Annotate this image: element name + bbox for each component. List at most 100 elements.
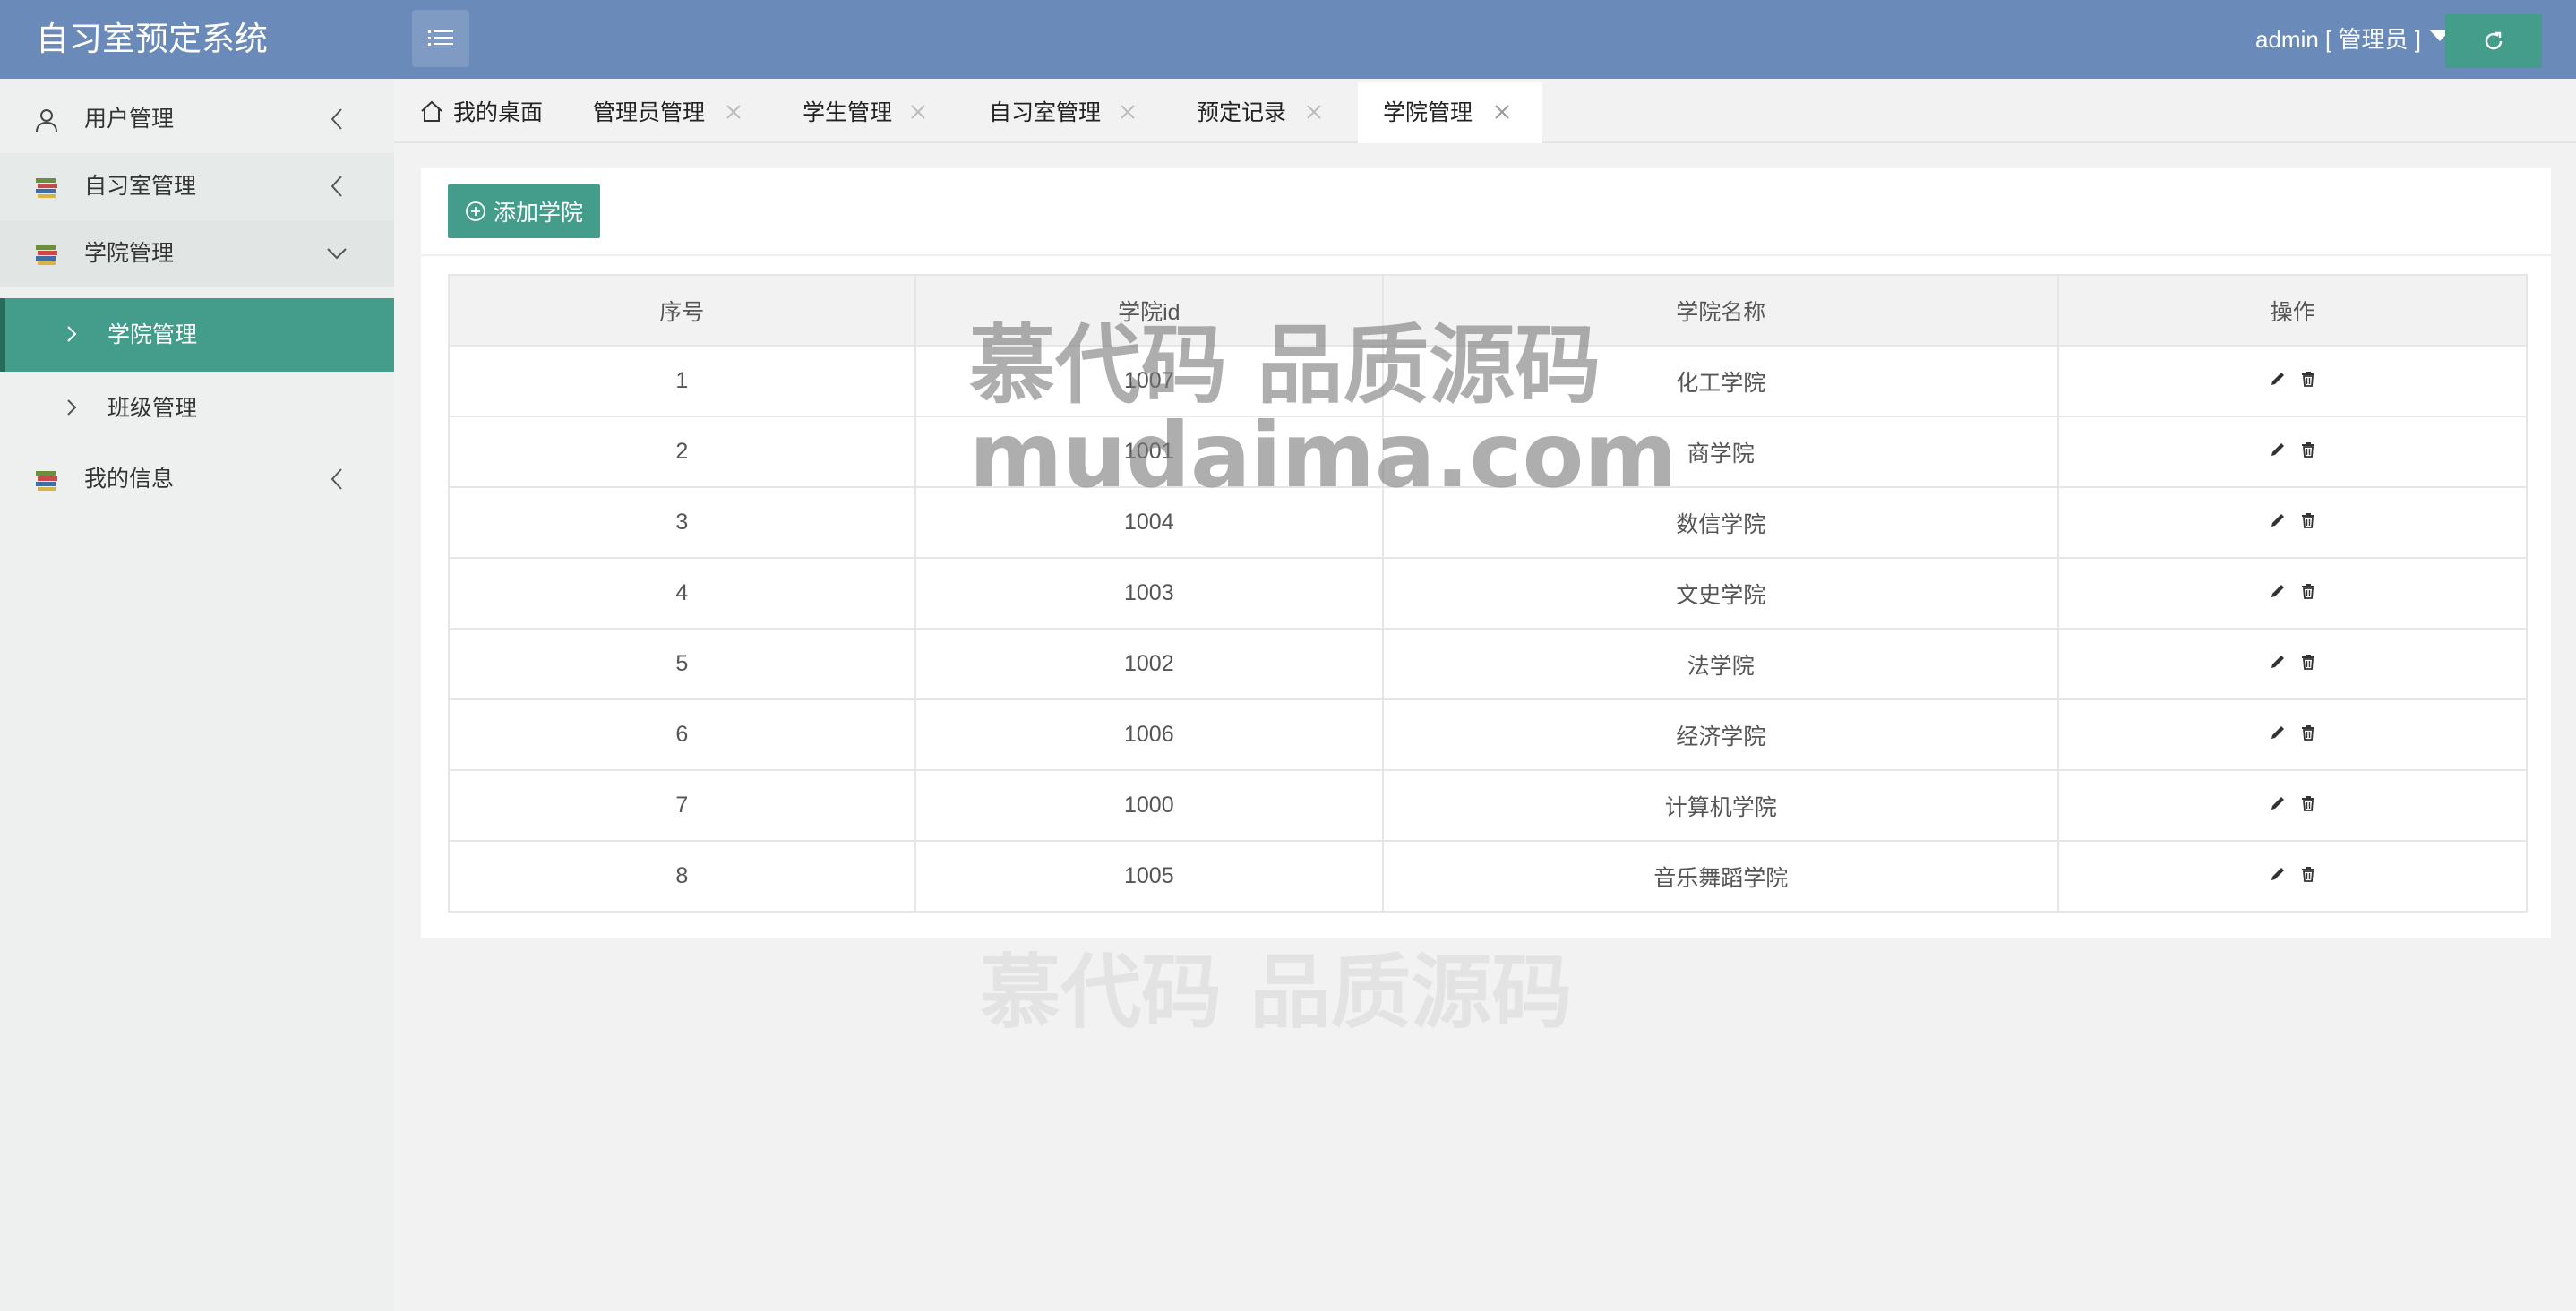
- sidebar-item-label: 用户管理: [84, 107, 175, 132]
- sidebar-subitem-class-management[interactable]: 班级管理: [0, 372, 394, 445]
- trash-icon[interactable]: [2299, 370, 2317, 388]
- tab-college-management[interactable]: 学院管理: [1358, 82, 1542, 143]
- plus-circle-icon: [466, 201, 485, 221]
- college-name: 商学院: [1382, 416, 2060, 488]
- sidebar-item-my-info[interactable]: 我的信息: [0, 446, 394, 513]
- trash-icon[interactable]: [2299, 582, 2317, 600]
- tab-label: 自习室管理: [989, 100, 1102, 125]
- college-name: 经济学院: [1382, 698, 2060, 771]
- table-row: 8 1005 音乐舞蹈学院: [448, 840, 2528, 913]
- column-header: 操作: [2057, 274, 2528, 347]
- row-actions: [2057, 486, 2528, 559]
- close-icon[interactable]: [1304, 102, 1324, 122]
- row-index: 5: [448, 628, 916, 700]
- college-id: 1004: [914, 486, 1385, 559]
- trash-icon[interactable]: [2299, 441, 2317, 458]
- row-index: 8: [448, 840, 916, 913]
- sidebar-item-studyroom-management[interactable]: 自习室管理: [0, 153, 394, 220]
- tab-label: 预定记录: [1197, 100, 1287, 125]
- list-icon: [428, 30, 453, 46]
- college-id: 1007: [914, 345, 1385, 417]
- trash-icon[interactable]: [2299, 511, 2317, 529]
- row-index: 7: [448, 769, 916, 842]
- trash-icon[interactable]: [2299, 794, 2317, 812]
- close-icon[interactable]: [908, 102, 928, 122]
- row-index: 2: [448, 416, 916, 488]
- books-icon: [36, 471, 57, 491]
- row-index: 1: [448, 345, 916, 417]
- edit-icon[interactable]: [2269, 794, 2287, 812]
- college-name: 化工学院: [1382, 345, 2060, 417]
- tab-label: 管理员管理: [593, 100, 706, 125]
- column-header: 学院名称: [1382, 274, 2060, 347]
- row-index: 3: [448, 486, 916, 559]
- trash-icon[interactable]: [2299, 653, 2317, 671]
- college-name: 计算机学院: [1382, 769, 2060, 842]
- edit-icon[interactable]: [2269, 441, 2287, 458]
- refresh-button[interactable]: [2445, 14, 2542, 68]
- sidebar-subitem-college-management[interactable]: 学院管理: [0, 298, 394, 372]
- college-id: 1006: [914, 698, 1385, 771]
- college-name: 文史学院: [1382, 557, 2060, 630]
- row-actions: [2057, 840, 2528, 913]
- college-id: 1001: [914, 416, 1385, 488]
- tab-booking-records[interactable]: 预定记录: [1197, 82, 1358, 143]
- table-row: 6 1006 经济学院: [448, 698, 2528, 771]
- chevron-right-icon: [67, 326, 77, 342]
- column-header: 序号: [448, 274, 916, 347]
- college-id: 1003: [914, 557, 1385, 630]
- add-college-button[interactable]: 添加学院: [448, 184, 600, 238]
- row-actions: [2057, 416, 2528, 488]
- tab-label: 学院管理: [1383, 100, 1473, 125]
- trash-icon[interactable]: [2299, 724, 2317, 741]
- chevron-left-icon: [331, 108, 342, 130]
- college-id: 1005: [914, 840, 1385, 913]
- row-actions: [2057, 698, 2528, 771]
- watermark-text: 慕代码 品质源码: [980, 946, 1573, 1040]
- table-row: 5 1002 法学院: [448, 628, 2528, 700]
- chevron-left-icon: [331, 176, 342, 197]
- add-button-label: 添加学院: [493, 201, 583, 226]
- tab-admin-management[interactable]: 管理员管理: [593, 82, 772, 143]
- college-id: 1002: [914, 628, 1385, 700]
- sidebar-item-label: 自习室管理: [84, 174, 197, 199]
- row-actions: [2057, 345, 2528, 417]
- tab-studyroom-management[interactable]: 自习室管理: [989, 82, 1168, 143]
- edit-icon[interactable]: [2269, 511, 2287, 529]
- menu-toggle-button[interactable]: [412, 10, 469, 67]
- sidebar-item-user-management[interactable]: 用户管理: [0, 86, 394, 153]
- sidebar: 用户管理 自习室管理 学院管理 学院管理 班级管理 我的信息: [0, 79, 394, 1311]
- edit-icon[interactable]: [2269, 370, 2287, 388]
- user-icon: [36, 109, 57, 133]
- sidebar-subitem-label: 学院管理: [107, 322, 198, 347]
- app-title: 自习室预定系统: [36, 21, 268, 57]
- college-id: 1000: [914, 769, 1385, 842]
- chevron-left-icon: [331, 468, 342, 490]
- table-row: 2 1001 商学院: [448, 416, 2528, 488]
- close-icon[interactable]: [1118, 102, 1138, 122]
- user-menu[interactable]: admin [ 管理员 ]: [2255, 0, 2450, 79]
- close-icon[interactable]: [1492, 102, 1512, 122]
- row-actions: [2057, 557, 2528, 630]
- top-header: 自习室预定系统 admin [ 管理员 ]: [0, 0, 2576, 79]
- edit-icon[interactable]: [2269, 582, 2287, 600]
- chevron-right-icon: [67, 399, 77, 416]
- edit-icon[interactable]: [2269, 653, 2287, 671]
- table-body: 1 1007 化工学院 2 1001 商学院 3 1004 数信学院 4 1003 文史学院 5 1002…: [448, 345, 2528, 913]
- tab-label: 我的桌面: [453, 100, 544, 125]
- chevron-down-icon: [327, 248, 347, 260]
- edit-icon[interactable]: [2269, 865, 2287, 883]
- trash-icon[interactable]: [2299, 865, 2317, 883]
- edit-icon[interactable]: [2269, 724, 2287, 741]
- table-header-row: 序号 学院id 学院名称 操作: [448, 274, 2528, 347]
- divider: [421, 254, 2551, 256]
- college-name: 法学院: [1382, 628, 2060, 700]
- tab-student-management[interactable]: 学生管理: [803, 82, 964, 143]
- close-icon[interactable]: [724, 102, 743, 122]
- column-header: 学院id: [914, 274, 1385, 347]
- college-table: 序号 学院id 学院名称 操作 1 1007 化工学院 2 1001 商学院 3 1004 数信…: [448, 274, 2528, 913]
- college-name: 数信学院: [1382, 486, 2060, 559]
- sidebar-item-college-management[interactable]: 学院管理: [0, 220, 394, 287]
- refresh-icon: [2485, 31, 2503, 50]
- user-label: admin [ 管理员 ]: [2255, 26, 2421, 53]
